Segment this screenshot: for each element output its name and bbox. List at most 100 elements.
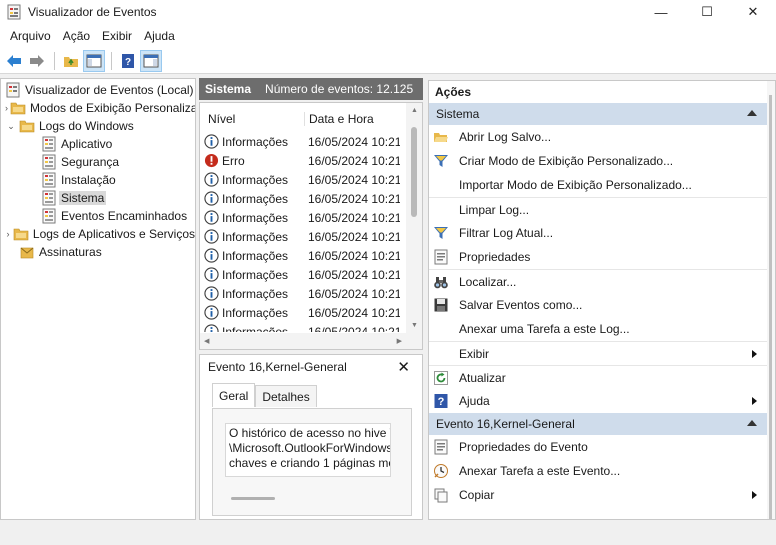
actions-title: Ações [435,85,472,99]
menu-acao[interactable]: Ação [57,29,96,43]
scroll-down-icon[interactable]: ▼ [411,322,418,329]
show-action-pane-button[interactable] [140,49,162,72]
event-row[interactable]: Informações 16/05/2024 10:21:0 [204,170,400,189]
description-line: \Microsoft.OutlookForWindows [229,441,391,455]
actions-scrollbar[interactable] [767,81,775,519]
tree-item[interactable]: Assinaturas [1,243,195,261]
action-icon-slot: ? [433,393,449,409]
actions-list-sistema: Abrir Log Salvo... Criar Modo de Exibição… [429,125,775,413]
action-icon-slot [433,274,449,290]
event-level-text: Informações [222,229,289,244]
help-button[interactable]: ? [117,50,139,72]
action-item[interactable]: Salvar Eventos como... [429,293,767,317]
event-row[interactable]: Informações 16/05/2024 10:21:0 [204,303,400,322]
tree-item-label: Assinaturas [39,245,102,259]
back-arrow-icon [7,54,21,67]
actions-section-sistema[interactable]: Sistema [429,103,767,125]
action-item[interactable]: Anexar uma Tarefa a este Log... [429,317,767,341]
description-scrollbar[interactable] [231,497,275,500]
up-folder-button[interactable] [60,50,82,72]
event-row[interactable]: Informações 16/05/2024 10:21:0 [204,322,400,332]
collapse-icon[interactable] [747,110,757,116]
tree-item[interactable]: Sistema [1,189,195,207]
action-label: Atualizar [459,370,506,385]
tree-item-label: Modos de Exibição Personalizados [30,101,195,115]
action-icon-slot [433,370,449,386]
close-window-button[interactable]: ✕ [730,0,776,24]
menu-exibir[interactable]: Exibir [96,29,138,43]
action-label: Salvar Eventos como... [459,298,583,312]
close-detail-icon[interactable]: ✕ [397,358,410,376]
maximize-button[interactable]: ☐ [684,0,730,24]
event-row[interactable]: Informações 16/05/2024 10:21:0 [204,265,400,284]
subscriptions-icon [20,247,34,259]
tree-item[interactable]: › Modos de Exibição Personalizados [1,99,195,117]
action-item[interactable]: Propriedades [429,245,767,269]
event-list-horizontal-scrollbar[interactable]: ◀ ▶ [200,333,406,349]
menu-arquivo[interactable]: Arquivo [4,29,57,43]
action-icon-slot [433,249,449,265]
event-description[interactable]: O histórico de acesso no hive \ \Microso… [225,423,391,477]
info-icon [204,134,219,149]
event-row[interactable]: Informações 16/05/2024 10:21:0 [204,284,400,303]
tree-item[interactable]: Instalação [1,171,195,189]
event-date-cell: 16/05/2024 10:21:0 [308,229,400,244]
event-row[interactable]: Erro 16/05/2024 10:21:0 [204,151,400,170]
tree-item[interactable]: ⌄ Logs do Windows [1,117,195,135]
action-item[interactable]: Propriedades do Evento [429,435,767,459]
tree-item[interactable]: Visualizador de Eventos (Local) [1,81,195,99]
action-item[interactable]: Filtrar Log Atual... [429,221,767,245]
action-item[interactable]: Abrir Log Salvo... [429,125,767,149]
event-row[interactable]: Informações 16/05/2024 10:21:0 [204,246,400,265]
event-detail-header: Evento 16,Kernel-General ✕ [200,355,422,379]
event-level-cell: Informações [204,305,304,320]
action-item[interactable]: Importar Modo de Exibição Personalizado.… [429,173,767,197]
scroll-thumb[interactable] [769,95,772,519]
info-icon [204,172,219,187]
action-item[interactable]: Limpar Log... [429,197,767,221]
back-button[interactable] [3,50,25,72]
action-icon-slot [433,297,449,313]
action-item[interactable]: Exibir [429,341,767,365]
action-item[interactable]: Copiar [429,483,767,507]
action-item[interactable]: Criar Modo de Exibição Personalizado... [429,149,767,173]
tree-item[interactable]: Segurança [1,153,195,171]
column-level[interactable]: Nível [204,112,304,126]
action-item[interactable]: Localizar... [429,269,767,293]
collapsed-chevron-icon[interactable]: › [5,102,8,114]
scroll-right-icon[interactable]: ▶ [397,337,402,345]
submenu-arrow-icon [752,350,757,358]
tree-item[interactable]: Aplicativo [1,135,195,153]
help-book-icon: ? [122,53,134,68]
action-item[interactable]: ? Ajuda [429,389,767,413]
scroll-thumb[interactable] [411,127,417,217]
scroll-up-icon[interactable]: ▲ [411,107,418,114]
event-list-vertical-scrollbar[interactable]: ▲ ▼ [406,103,422,349]
event-row[interactable]: Informações 16/05/2024 10:21:0 [204,189,400,208]
tab-general[interactable]: Geral [212,383,256,407]
event-rows: Informações 16/05/2024 10:21:0 Erro 16/05/2… [204,132,400,332]
event-level-cell: Informações [204,248,304,263]
actions-list-event: Propriedades do Evento Anexar Tarefa a es… [429,435,775,507]
action-item[interactable]: Anexar Tarefa a este Evento... [429,459,767,483]
forward-button[interactable] [26,50,48,72]
scroll-left-icon[interactable]: ◀ [204,337,209,345]
event-row[interactable]: Informações 16/05/2024 10:21:0 [204,208,400,227]
event-row[interactable]: Informações 16/05/2024 10:21:0 [204,227,400,246]
action-icon-slot [433,202,449,218]
tree-item[interactable]: Eventos Encaminhados [1,207,195,225]
collapsed-chevron-icon[interactable]: › [5,228,11,240]
expanded-chevron-icon[interactable]: ⌄ [5,120,17,132]
column-date[interactable]: Data e Hora [304,112,400,126]
tree-item-label: Segurança [61,155,120,169]
event-row[interactable]: Informações 16/05/2024 10:21:0 [204,132,400,151]
tree-item[interactable]: › Logs de Aplicativos e Serviços [1,225,195,243]
collapse-icon[interactable] [747,420,757,426]
action-item[interactable]: Atualizar [429,365,767,389]
menu-ajuda[interactable]: Ajuda [138,29,181,43]
actions-section-event[interactable]: Evento 16,Kernel-General [429,413,767,435]
show-console-tree-button[interactable] [83,49,105,72]
tab-details[interactable]: Detalhes [255,385,317,407]
minimize-button[interactable]: — [638,0,684,24]
console-tree: Visualizador de Eventos (Local) › Modos de… [0,78,196,520]
